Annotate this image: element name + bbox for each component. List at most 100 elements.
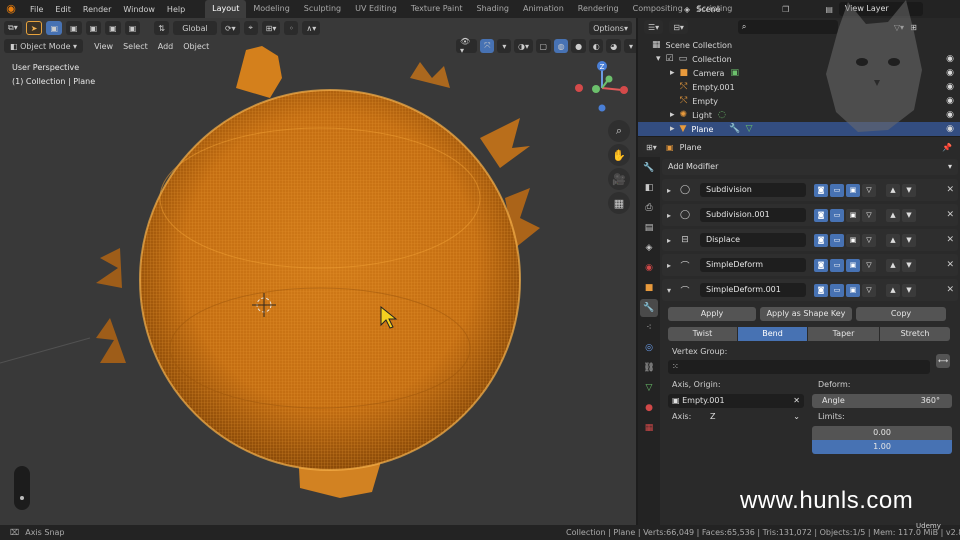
remove-modifier-icon[interactable]: ✕	[946, 185, 954, 195]
display-mode-icon[interactable]: ⊟▾	[669, 20, 688, 34]
pan-hand-icon[interactable]: ✋	[608, 144, 630, 166]
editor-type-icon[interactable]: ⧉▾	[4, 21, 22, 35]
render-visibility-icon[interactable]: ◙	[814, 208, 828, 222]
outliner-editor-type-icon[interactable]: ☰▾	[644, 20, 664, 34]
menu-window[interactable]: Window	[117, 5, 161, 14]
editmode-visibility-icon[interactable]: ▣	[846, 233, 860, 247]
move-up-icon[interactable]: ▲	[886, 183, 900, 197]
tab-compositing[interactable]: Compositing	[626, 0, 690, 18]
tab-layout[interactable]: Layout	[205, 0, 247, 18]
tool-tab-icon[interactable]: 🔧	[640, 159, 658, 177]
clear-field-icon[interactable]: ✕	[793, 394, 800, 408]
copy-button[interactable]: Copy	[856, 307, 946, 321]
cage-icon[interactable]: ▽	[862, 208, 876, 222]
menu-view[interactable]: View	[89, 42, 118, 51]
transform-orientation-select[interactable]: Global	[172, 21, 217, 35]
tab-shading[interactable]: Shading	[469, 0, 516, 18]
apply-as-shape-key-button[interactable]: Apply as Shape Key	[760, 307, 852, 321]
texture-tab-icon[interactable]: ▦	[640, 419, 658, 437]
editmode-visibility-icon[interactable]: ▣	[846, 183, 860, 197]
collapse-icon[interactable]: ▾	[662, 286, 676, 295]
scene-browse-icon[interactable]: ❐	[782, 5, 789, 14]
viewport-visibility-icon[interactable]: ▭	[830, 183, 844, 197]
data-tab-icon[interactable]: ▽	[640, 379, 658, 397]
select-mode-new-icon[interactable]: ▣	[46, 21, 62, 35]
deform-bend-button[interactable]: Bend	[738, 327, 808, 341]
world-tab-icon[interactable]: ◉	[640, 259, 658, 277]
angle-field[interactable]: Angle 360°	[812, 394, 952, 408]
overlay-icon[interactable]: ◑▾	[514, 39, 533, 53]
viewport-visibility-icon[interactable]: ▭	[830, 283, 844, 297]
output-tab-icon[interactable]: ⎙	[640, 199, 658, 217]
modifier-simpledeform[interactable]: ▸ ⌒ SimpleDeform ◙ ▭ ▣ ▽ ▲ ▼ ✕	[662, 254, 958, 276]
expand-icon[interactable]: ▸	[662, 236, 676, 245]
particles-tab-icon[interactable]: ⁖	[640, 319, 658, 337]
remove-modifier-icon[interactable]: ✕	[946, 285, 954, 295]
mode-select[interactable]: ◧ Object Mode ▾	[4, 39, 84, 53]
scene-tab-icon[interactable]: ◈	[640, 239, 658, 257]
proportional-edit-icon[interactable]: ◦	[284, 21, 299, 35]
object-tab-icon[interactable]: ■	[640, 279, 658, 297]
pin-icon[interactable]: 📌	[942, 143, 952, 152]
gizmo-icon[interactable]: ⤧	[480, 39, 495, 53]
eye-icon[interactable]: ◉	[946, 54, 954, 64]
tab-uv-editing[interactable]: UV Editing	[348, 0, 404, 18]
snap-target-icon[interactable]: ⊞▾	[261, 21, 281, 35]
wireframe-shading-icon[interactable]: ◍	[553, 39, 569, 53]
properties-editor-type-icon[interactable]: ⊞▾	[642, 140, 661, 154]
move-down-icon[interactable]: ▼	[902, 208, 916, 222]
xray-icon[interactable]: ▢	[535, 39, 551, 53]
options-dropdown[interactable]: Options ▾	[589, 21, 632, 35]
cage-icon[interactable]: ▽	[862, 258, 876, 272]
select-mode-subtract-icon[interactable]: ▣	[85, 21, 102, 35]
move-down-icon[interactable]: ▼	[902, 258, 916, 272]
render-visibility-icon[interactable]: ◙	[814, 283, 828, 297]
eye-icon[interactable]: ◉	[946, 68, 954, 78]
menu-render[interactable]: Render	[77, 5, 117, 14]
scene-name[interactable]: Scene	[696, 5, 776, 14]
displaced-sphere-mesh[interactable]	[0, 18, 636, 525]
vertex-group-field[interactable]: ⁙	[668, 360, 930, 374]
render-visibility-icon[interactable]: ◙	[814, 183, 828, 197]
navigation-gizmo[interactable]: Z	[572, 58, 632, 118]
remove-modifier-icon[interactable]: ✕	[946, 210, 954, 220]
deform-twist-button[interactable]: Twist	[668, 327, 738, 341]
limit-min-field[interactable]: 0.00	[812, 426, 952, 440]
expand-icon[interactable]: ▸	[662, 261, 676, 270]
limit-max-field[interactable]: 1.00	[812, 440, 952, 454]
modifier-name-field[interactable]: SimpleDeform	[700, 258, 806, 272]
modifier-tab-icon[interactable]: 🔧	[640, 299, 658, 317]
gizmo-dropdown-icon[interactable]: ▾	[497, 39, 512, 53]
blender-logo-icon[interactable]: ◉	[4, 2, 18, 16]
snap-icon[interactable]: ⌖	[243, 21, 258, 35]
menu-file[interactable]: File	[24, 5, 49, 14]
editmode-visibility-icon[interactable]: ▣	[846, 258, 860, 272]
constraints-tab-icon[interactable]: ⛓	[640, 359, 658, 377]
view-layer-tab-icon[interactable]: ▤	[640, 219, 658, 237]
modifier-name-field[interactable]: SimpleDeform.001	[700, 283, 806, 297]
select-mode-intersect-icon[interactable]: ▣	[124, 21, 141, 35]
falloff-icon[interactable]: ∧▾	[302, 21, 321, 35]
move-up-icon[interactable]: ▲	[886, 258, 900, 272]
tab-rendering[interactable]: Rendering	[571, 0, 626, 18]
deform-stretch-button[interactable]: Stretch	[880, 327, 950, 341]
add-modifier-dropdown[interactable]: Add Modifier ▾	[662, 159, 958, 175]
remove-modifier-icon[interactable]: ✕	[946, 235, 954, 245]
eye-icon[interactable]: ◉	[946, 124, 954, 134]
editmode-visibility-icon[interactable]: ▣	[846, 208, 860, 222]
editmode-visibility-icon[interactable]: ▣	[846, 283, 860, 297]
move-down-icon[interactable]: ▼	[902, 183, 916, 197]
collection-checkbox-icon[interactable]: ☑	[666, 54, 674, 64]
menu-help[interactable]: Help	[161, 5, 191, 14]
viewport-visibility-icon[interactable]: ▭	[830, 258, 844, 272]
cage-icon[interactable]: ▽	[862, 233, 876, 247]
menu-add[interactable]: Add	[153, 42, 179, 51]
modifier-simpledeform-001[interactable]: ▾ ⌒ SimpleDeform.001 ◙ ▭ ▣ ▽ ▲ ▼ ✕	[662, 279, 958, 301]
cage-icon[interactable]: ▽	[862, 183, 876, 197]
viewport-visibility-icon[interactable]: ▭	[830, 208, 844, 222]
material-shading-icon[interactable]: ◐	[588, 39, 604, 53]
cage-icon[interactable]: ▽	[862, 283, 876, 297]
origin-object-field[interactable]: ▣ Empty.001 ✕	[668, 394, 804, 408]
deform-taper-button[interactable]: Taper	[808, 327, 880, 341]
render-visibility-icon[interactable]: ◙	[814, 258, 828, 272]
